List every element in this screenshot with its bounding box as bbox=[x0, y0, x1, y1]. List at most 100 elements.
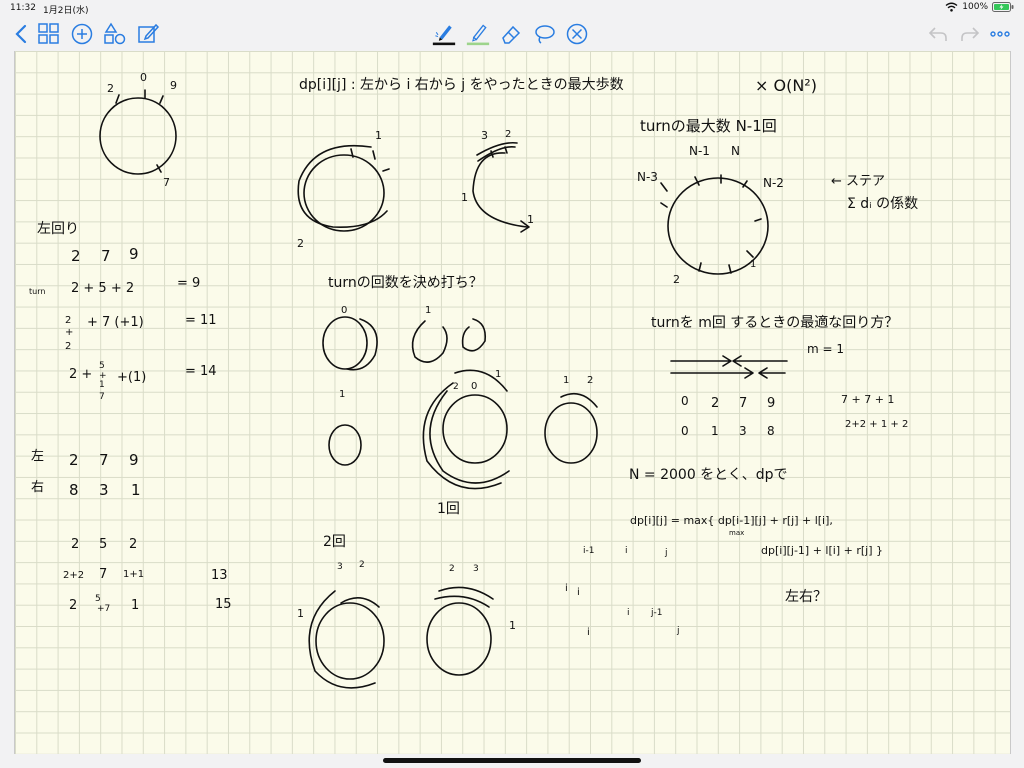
direction-arrows bbox=[670, 355, 788, 367]
table-cell: 2+2 bbox=[63, 570, 84, 581]
hide-toolbar-icon[interactable] bbox=[565, 22, 589, 46]
direction-arrows bbox=[670, 367, 786, 379]
diagram-label: 1 bbox=[297, 607, 304, 620]
diagram-label: 1 bbox=[425, 305, 431, 316]
index-note: j bbox=[664, 548, 668, 558]
sketch-circle bbox=[442, 394, 508, 464]
table-cell: 2 bbox=[71, 537, 79, 552]
eraser-tool[interactable] bbox=[499, 22, 523, 46]
toolbar bbox=[0, 18, 1024, 50]
calc-row: 7 + 7 + 1 bbox=[841, 393, 894, 406]
diagram-label: 1 bbox=[527, 213, 534, 226]
back-chevron-icon[interactable] bbox=[10, 22, 34, 46]
ring-label: N-2 bbox=[763, 176, 784, 190]
question-note: turnの回数を決め打ち？ bbox=[328, 274, 483, 291]
ring-label: N bbox=[731, 144, 740, 158]
diagram-label: 2 bbox=[359, 560, 365, 570]
handwriting-canvas: 2 0 9 7 左回り 2 7 9 turn 2 + 5 + 2 = 9 2 +… bbox=[29, 71, 918, 689]
calc-row: 2 bbox=[65, 315, 71, 326]
sketch-circle bbox=[315, 602, 385, 680]
home-indicator[interactable] bbox=[383, 758, 641, 763]
highlighter-tool[interactable] bbox=[466, 22, 492, 50]
sequence-cell: 0 bbox=[681, 394, 689, 408]
diagram-label: 2 bbox=[453, 382, 459, 392]
sketch-circle bbox=[99, 97, 177, 175]
sequence-cell: 9 bbox=[767, 396, 775, 411]
index-note: i-1 bbox=[583, 546, 594, 556]
calc-row: + bbox=[65, 327, 73, 338]
n-note: N = 2000 をとく、dpで bbox=[629, 467, 788, 483]
sketch-arrow bbox=[308, 590, 376, 689]
redo-icon[interactable] bbox=[958, 22, 982, 46]
diagram-label: 3 bbox=[337, 562, 343, 572]
diagram-label: 0 bbox=[471, 381, 477, 392]
turn-label: turn bbox=[29, 287, 45, 296]
table-cell: 2 bbox=[129, 537, 137, 552]
table-cell: 2 bbox=[69, 451, 79, 469]
undo-icon[interactable] bbox=[926, 22, 950, 46]
count-label: 1回 bbox=[437, 501, 460, 517]
calc-row: +(1) bbox=[117, 370, 146, 385]
question-note: 左右？ bbox=[785, 589, 827, 605]
circle-label: 7 bbox=[163, 176, 170, 189]
lasso-tool[interactable] bbox=[532, 22, 556, 46]
calc-row: + 7 (+1) bbox=[87, 315, 144, 330]
calc-row: 2 + 5 + 2 bbox=[71, 281, 134, 296]
diagram-label: 1 bbox=[509, 619, 516, 632]
status-right: 100% bbox=[945, 2, 1014, 12]
diagram-label: 1 bbox=[375, 129, 382, 142]
diagram-label: 2 bbox=[297, 237, 304, 250]
ring-label: 2 bbox=[673, 273, 680, 286]
ring-label: N-3 bbox=[637, 170, 658, 184]
wifi-icon bbox=[945, 2, 958, 12]
calc-row: 2 + bbox=[69, 367, 92, 382]
count-label: 2回 bbox=[323, 534, 346, 550]
sketch-circle bbox=[303, 154, 385, 232]
diagram-label: 1 bbox=[339, 389, 345, 400]
table-cell: 1 bbox=[131, 598, 139, 613]
diagram-label: 3 bbox=[473, 564, 479, 574]
add-page-icon[interactable] bbox=[70, 22, 94, 46]
table-cell: 7 bbox=[101, 247, 111, 265]
calc-result: 15 bbox=[215, 597, 232, 612]
sketch-arrow bbox=[476, 141, 518, 162]
pen-tool[interactable] bbox=[432, 22, 458, 50]
dp-recurrence: dp[i][j] = max{ dp[i-1][j] + r[j] + l[i]… bbox=[630, 514, 833, 527]
sketch-circle bbox=[322, 316, 368, 370]
sum-formula: Σ dᵢ の係数 bbox=[847, 196, 918, 212]
sketch-ticks bbox=[350, 148, 390, 172]
calc-row: 5 bbox=[99, 361, 105, 371]
sequence-cell: 2 bbox=[711, 396, 719, 411]
index-note: j-1 bbox=[650, 608, 662, 618]
dp-recurrence: dp[i][j-1] + l[i] + r[j] } bbox=[761, 544, 883, 557]
status-bar: 11:32 1月2日(水) 100% bbox=[0, 0, 1024, 18]
table-cell: +7 bbox=[97, 604, 110, 614]
ring-label: 1 bbox=[750, 259, 756, 270]
calc-row: 2+2 + 1 + 2 bbox=[845, 419, 908, 430]
edit-icon[interactable] bbox=[136, 22, 160, 46]
sequence-cell: 8 bbox=[767, 424, 775, 438]
thumbnails-grid-icon[interactable] bbox=[37, 22, 61, 46]
battery-icon bbox=[992, 2, 1014, 12]
sketch-circle bbox=[544, 402, 598, 464]
calc-result: = 9 bbox=[177, 276, 200, 291]
diagram-label: 2 bbox=[449, 564, 455, 574]
diagram-label: 0 bbox=[341, 305, 347, 316]
calc-result: = 14 bbox=[185, 364, 217, 379]
table-cell: 1 bbox=[131, 481, 141, 499]
index-note: i bbox=[627, 608, 630, 618]
shapes-icon[interactable] bbox=[103, 22, 127, 46]
table-cell: 1+1 bbox=[123, 569, 144, 580]
notebook-page[interactable]: 2 0 9 7 左回り 2 7 9 turn 2 + 5 + 2 = 9 2 +… bbox=[14, 51, 1011, 754]
calc-result: = 11 bbox=[185, 313, 217, 328]
table-cell: 7 bbox=[99, 451, 109, 469]
more-icon[interactable] bbox=[988, 22, 1012, 46]
complexity-note: × O(N²) bbox=[755, 76, 817, 95]
diagram-label: 1 bbox=[563, 375, 569, 386]
index-note: j bbox=[676, 626, 680, 636]
table-cell: 2 bbox=[69, 598, 77, 613]
turn-max-note: turnの最大数 N-1回 bbox=[640, 117, 777, 135]
index-note: i bbox=[577, 587, 580, 598]
row-label: 右 bbox=[31, 480, 44, 495]
sum-note: ← ステア bbox=[831, 174, 885, 189]
